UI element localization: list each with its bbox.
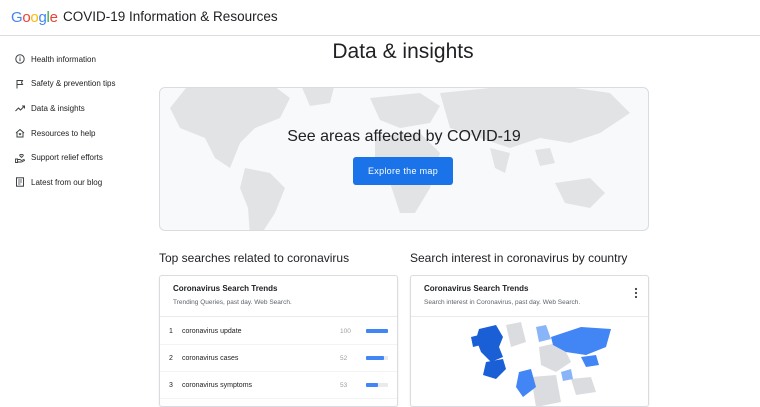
sidebar-item-label: Latest from our blog — [31, 177, 103, 187]
hand-heart-icon — [14, 152, 25, 163]
house-heart-icon — [14, 128, 25, 139]
country-interest-map[interactable] — [411, 317, 648, 407]
divider — [160, 316, 397, 317]
bar-track — [366, 356, 388, 360]
bar-fill — [366, 329, 388, 333]
table-row[interactable]: 1 coronavirus update 100 — [160, 318, 397, 344]
map-headline: See areas affected by COVID-19 — [287, 128, 521, 145]
explore-map-button[interactable]: Explore the map — [353, 157, 453, 185]
query-term[interactable]: coronavirus update — [182, 328, 242, 335]
page-title: Data & insights — [332, 40, 474, 63]
bar-fill — [366, 356, 385, 360]
sidebar-item-label: Support relief efforts — [31, 153, 103, 163]
query-term[interactable]: coronavirus symptoms — [182, 382, 252, 389]
row-divider — [160, 398, 397, 399]
sidebar-nav: Health information Safety & prevention t… — [0, 47, 150, 195]
bar-track — [366, 383, 388, 387]
card-subtitle: Trending Queries, past day. Web Search. — [173, 299, 292, 306]
card-title: Coronavirus Search Trends — [424, 284, 529, 293]
sidebar-item-label: Safety & prevention tips — [31, 79, 116, 89]
app-title: COVID-19 Information & Resources — [63, 9, 278, 24]
sidebar-item-label: Data & insights — [31, 103, 85, 113]
rank: 3 — [169, 381, 173, 389]
sidebar-item-safety-prevention[interactable]: Safety & prevention tips — [0, 72, 150, 97]
sidebar-item-data-insights[interactable]: Data & insights — [0, 96, 150, 121]
search-interest-heading: Search interest in coronavirus by countr… — [410, 251, 628, 265]
table-row[interactable]: 2 coronavirus cases 52 — [160, 345, 397, 371]
sidebar-item-label: Resources to help — [31, 128, 96, 138]
rank: 1 — [169, 327, 173, 335]
query-value: 100 — [340, 327, 351, 335]
interest-by-country-card: Coronavirus Search Trends Search interes… — [410, 275, 649, 407]
query-value: 53 — [340, 381, 348, 389]
query-term[interactable]: coronavirus cases — [182, 355, 238, 362]
sidebar-item-resources[interactable]: Resources to help — [0, 121, 150, 146]
top-bar: Google COVID-19 Information & Resources — [0, 0, 760, 36]
bar-track — [366, 329, 388, 333]
google-logo[interactable]: Google — [11, 9, 58, 26]
table-row[interactable]: 3 coronavirus symptoms 53 — [160, 372, 397, 398]
article-icon — [14, 177, 25, 188]
card-title: Coronavirus Search Trends — [173, 284, 278, 293]
query-value: 52 — [340, 354, 348, 362]
card-subtitle: Search interest in Coronavirus, past day… — [424, 299, 581, 306]
rank: 2 — [169, 354, 173, 362]
flag-icon — [14, 78, 25, 89]
map-card: See areas affected by COVID-19 Explore t… — [159, 87, 649, 231]
trending-queries-card: Coronavirus Search Trends Trending Queri… — [159, 275, 398, 407]
trending-up-icon — [14, 103, 25, 114]
top-searches-heading: Top searches related to coronavirus — [159, 251, 350, 265]
sidebar-item-support-relief[interactable]: Support relief efforts — [0, 145, 150, 170]
more-options-icon[interactable] — [634, 286, 638, 299]
bar-fill — [366, 383, 379, 387]
sidebar-item-blog[interactable]: Latest from our blog — [0, 170, 150, 195]
